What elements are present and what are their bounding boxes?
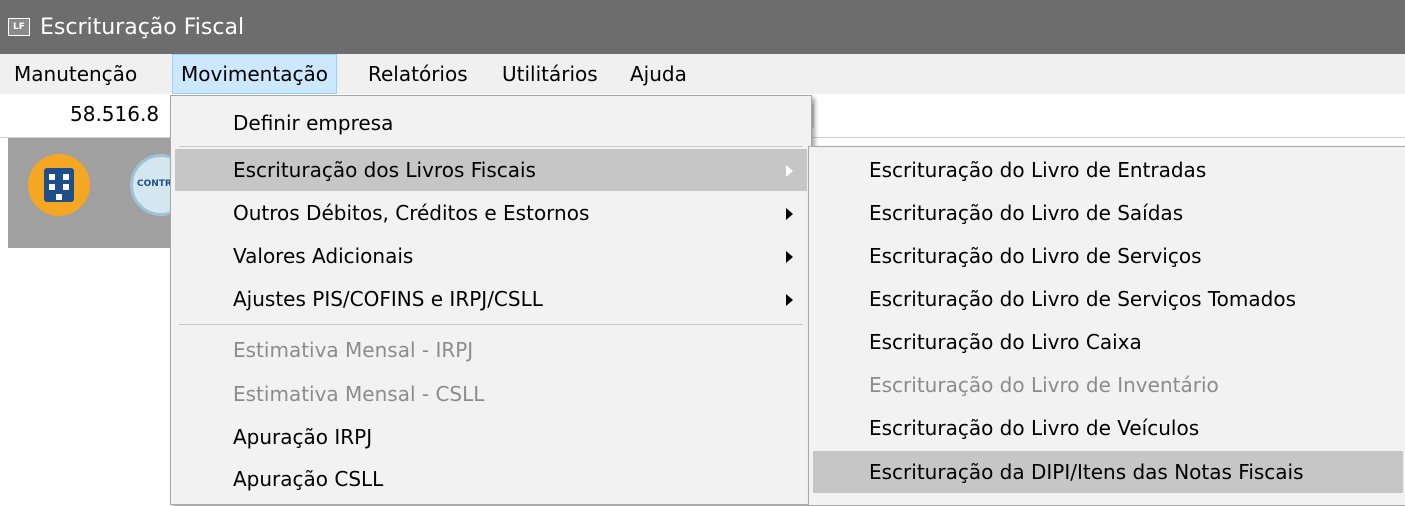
menu-movimentacao[interactable]: Movimentação xyxy=(172,54,337,94)
company-cnpj-field[interactable]: 58.516.8 xyxy=(70,100,159,128)
menu-item-apuracao-irpj[interactable]: Apuração IRPJ xyxy=(175,416,807,458)
submenu-item-livro-servicos-tomados[interactable]: Escrituração do Livro de Serviços Tomado… xyxy=(813,278,1403,320)
menu-item-label: Valores Adicionais xyxy=(233,244,414,268)
submenu-item-livro-inventario[interactable]: Escrituração do Livro de Inventário xyxy=(813,364,1403,406)
menu-item-estimativa-irpj[interactable]: Estimativa Mensal - IRPJ xyxy=(175,329,807,371)
menu-item-label: Escrituração do Livro de Entradas xyxy=(869,158,1207,182)
menu-item-label: Definir empresa xyxy=(233,111,394,135)
menu-item-apuracao-csll[interactable]: Apuração CSLL xyxy=(175,458,807,500)
menu-item-label: Apuração CSLL xyxy=(233,467,384,491)
menu-item-outros-debitos[interactable]: Outros Débitos, Créditos e Estornos xyxy=(175,192,807,234)
submenu-item-livro-servicos[interactable]: Escrituração do Livro de Serviços xyxy=(813,235,1403,277)
building-icon[interactable] xyxy=(28,154,90,216)
menu-item-label: Escrituração do Livro de Saídas xyxy=(869,201,1184,225)
app-lf-icon: LF xyxy=(8,18,30,36)
menu-item-label: Escrituração do Livro de Inventário xyxy=(869,373,1219,397)
movimentacao-menu: Definir empresa Escrituração dos Livros … xyxy=(170,95,812,505)
submenu-arrow-icon xyxy=(786,251,793,263)
menu-item-escrituracao-livros-fiscais[interactable]: Escrituração dos Livros Fiscais xyxy=(175,149,807,191)
menu-bar: Manutenção Movimentação Relatórios Utili… xyxy=(0,54,1405,94)
menu-item-estimativa-csll[interactable]: Estimativa Mensal - CSLL xyxy=(175,373,807,415)
submenu-item-livro-caixa[interactable]: Escrituração do Livro Caixa xyxy=(813,321,1403,363)
menu-manutencao[interactable]: Manutenção xyxy=(6,54,145,94)
menu-item-label: Escrituração da DIPI/Itens das Notas Fis… xyxy=(869,460,1304,484)
menu-item-label: Ajustes PIS/COFINS e IRPJ/CSLL xyxy=(233,287,543,311)
title-bar: LF Escrituração Fiscal xyxy=(0,0,1405,54)
escrituracao-submenu: Escrituração do Livro de Entradas Escrit… xyxy=(808,146,1405,506)
submenu-arrow-icon xyxy=(786,165,793,177)
submenu-item-livro-saidas[interactable]: Escrituração do Livro de Saídas xyxy=(813,192,1403,234)
menu-item-valores-adicionais[interactable]: Valores Adicionais xyxy=(175,235,807,277)
menu-utilitarios[interactable]: Utilitários xyxy=(494,54,606,94)
submenu-item-livro-entradas[interactable]: Escrituração do Livro de Entradas xyxy=(813,149,1403,191)
submenu-arrow-icon xyxy=(786,208,793,220)
menu-item-label: Escrituração do Livro de Veículos xyxy=(869,416,1200,440)
menu-item-label: Escrituração do Livro Caixa xyxy=(869,330,1142,354)
window-title: Escrituração Fiscal xyxy=(40,15,245,40)
menu-item-label: Outros Débitos, Créditos e Estornos xyxy=(233,201,590,225)
contr-icon-label: CONTR xyxy=(137,179,172,189)
submenu-item-livro-veiculos[interactable]: Escrituração do Livro de Veículos xyxy=(813,407,1403,449)
menu-item-label: Apuração IRPJ xyxy=(233,425,373,449)
menu-item-label: Escrituração dos Livros Fiscais xyxy=(233,158,536,182)
menu-item-ajustes-pis-cofins[interactable]: Ajustes PIS/COFINS e IRPJ/CSLL xyxy=(175,278,807,320)
menu-item-label: Escrituração do Livro de Serviços Tomado… xyxy=(869,287,1297,311)
menu-relatorios[interactable]: Relatórios xyxy=(360,54,476,94)
menu-item-label: Estimativa Mensal - CSLL xyxy=(233,382,485,406)
submenu-item-dipi-itens-notas[interactable]: Escrituração da DIPI/Itens das Notas Fis… xyxy=(813,451,1403,493)
menu-item-definir-empresa[interactable]: Definir empresa xyxy=(175,102,807,144)
menu-separator xyxy=(179,324,803,325)
menu-separator xyxy=(179,146,803,147)
menu-ajuda[interactable]: Ajuda xyxy=(622,54,695,94)
menu-item-label: Escrituração do Livro de Serviços xyxy=(869,244,1202,268)
submenu-arrow-icon xyxy=(786,294,793,306)
menu-item-label: Estimativa Mensal - IRPJ xyxy=(233,338,474,362)
shortcut-icon-panel: CONTR xyxy=(8,138,192,248)
